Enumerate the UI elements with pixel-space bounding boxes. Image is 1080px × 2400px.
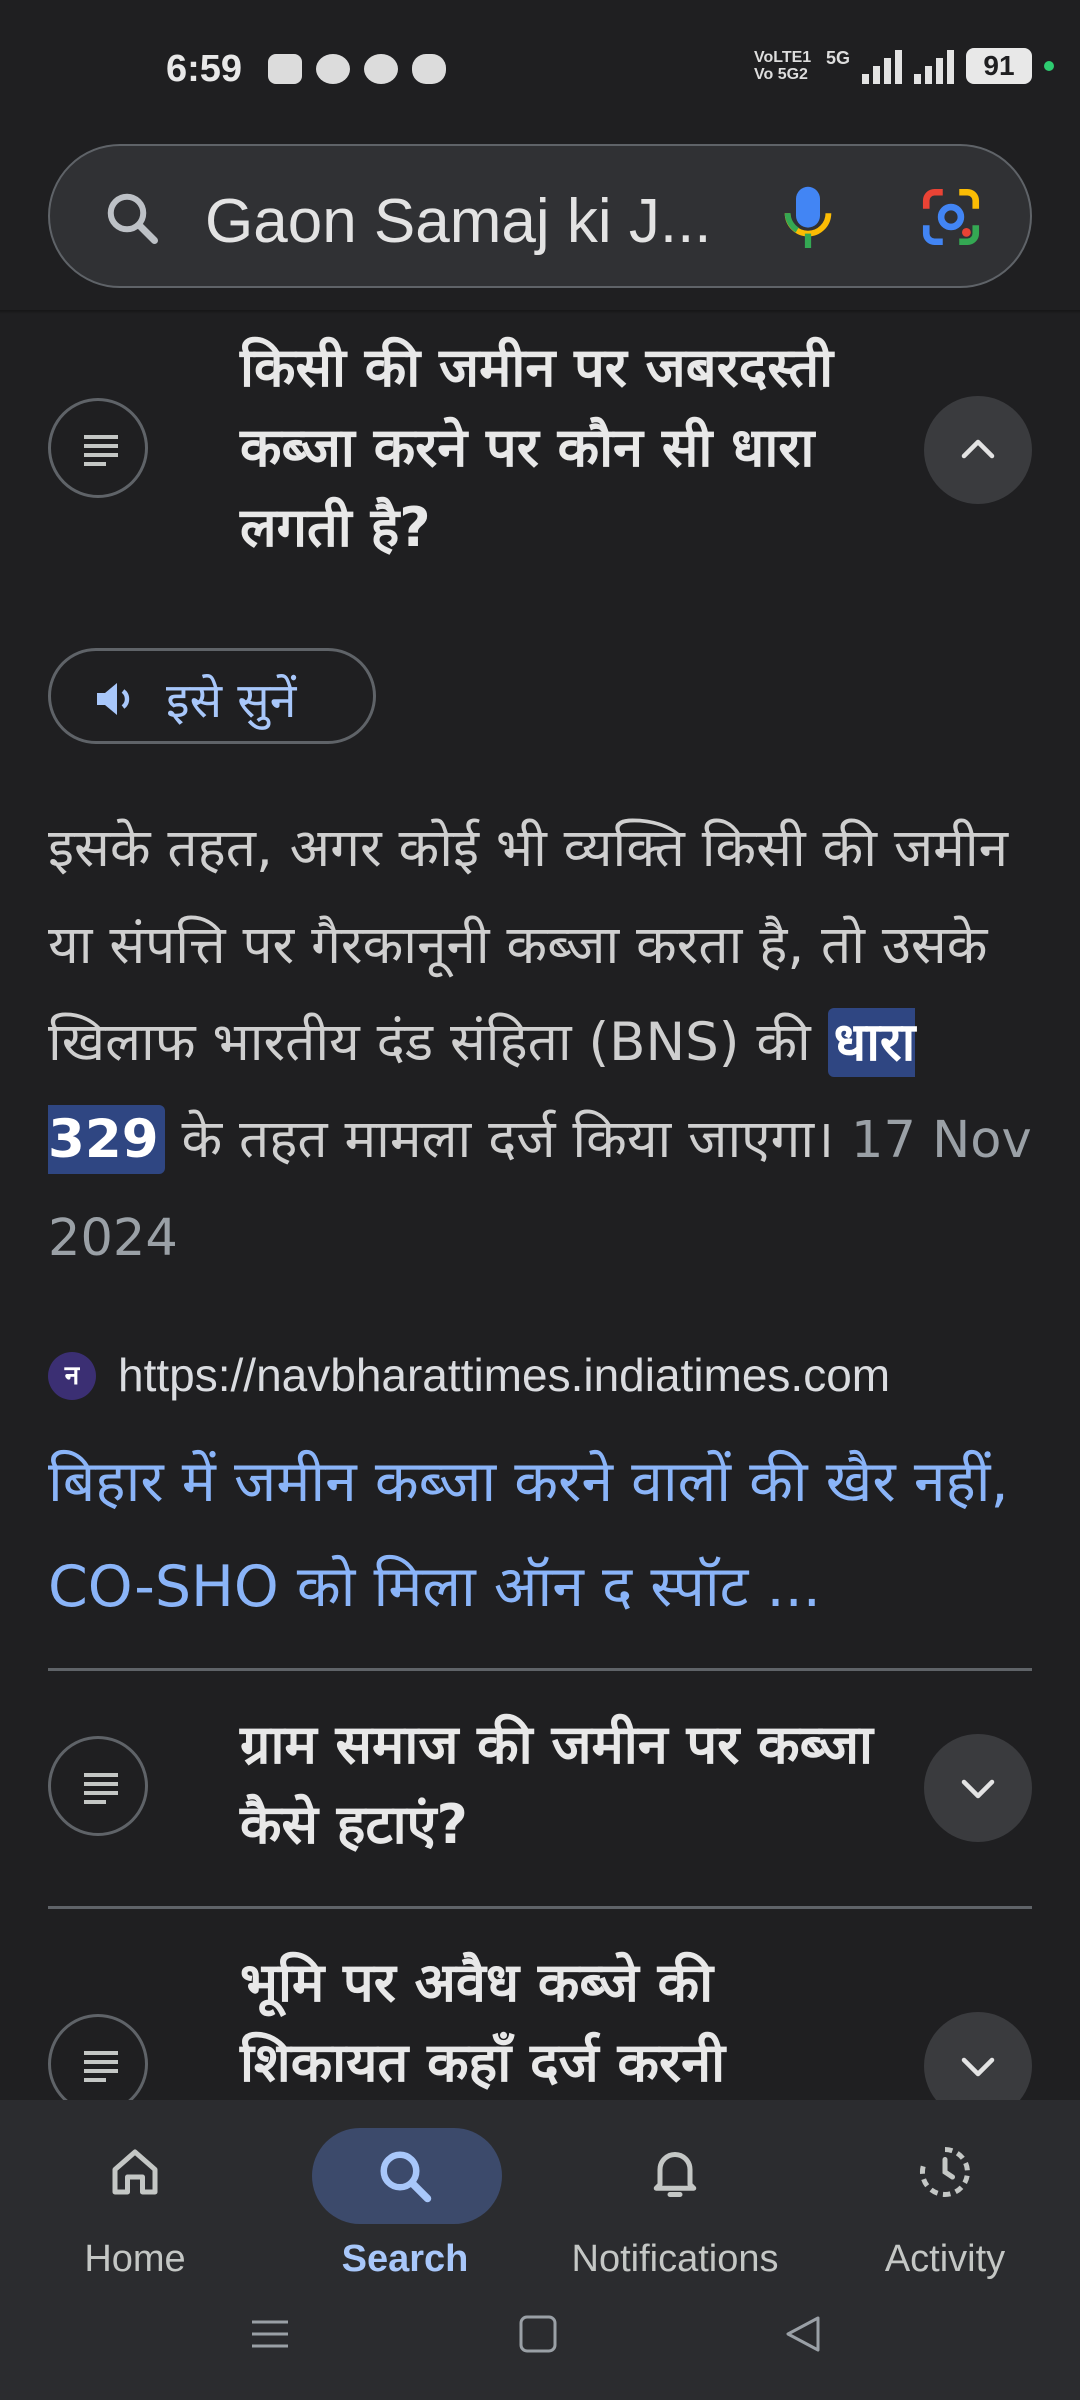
bell-icon <box>653 2152 697 2197</box>
screen: 6:59 VoLTE1 Vo 5G2 5G 91 Gaon Samaj ki J… <box>0 0 1080 2400</box>
back-icon[interactable] <box>782 2314 822 2354</box>
youtube-icon <box>268 54 302 84</box>
search-icon[interactable] <box>102 188 162 248</box>
divider <box>48 1668 1032 1671</box>
system-navigation <box>0 2290 1080 2400</box>
source-url[interactable]: https://navbharattimes.indiatimes.com <box>118 1348 890 1402</box>
snippet-icon <box>48 398 148 498</box>
cloud-icon <box>412 54 446 84</box>
source-favicon: न <box>48 1352 96 1400</box>
question-2[interactable]: ग्राम समाज की जमीन पर कब्जा कैसे हटाएं? <box>240 1705 880 1865</box>
nav-notifications[interactable]: Notifications <box>540 2116 810 2316</box>
chevron-down-icon <box>961 2057 995 2077</box>
speaker-icon <box>97 683 130 715</box>
app-icon <box>316 54 350 84</box>
expand-button[interactable] <box>924 1734 1032 1842</box>
nav-activity-label: Activity <box>884 2238 1006 2280</box>
listen-label: इसे सुनें <box>166 673 297 729</box>
home-icon <box>112 2149 158 2195</box>
status-bar: 6:59 VoLTE1 Vo 5G2 5G 91 <box>0 0 1080 140</box>
nav-notifications-label: Notifications <box>571 2238 779 2280</box>
answer-text: इसके तहत, अगर कोई भी व्यक्ति किसी की जमी… <box>48 800 1038 1287</box>
nav-search-label: Search <box>341 2238 469 2280</box>
nav-activity[interactable]: Activity <box>810 2116 1080 2316</box>
microphone-icon[interactable] <box>778 182 838 254</box>
question-1[interactable]: किसी की जमीन पर जबरदस्ती कब्जा करने पर क… <box>240 328 880 568</box>
status-right: VoLTE1 Vo 5G2 5G 91 <box>754 48 1054 84</box>
collapse-button[interactable] <box>924 396 1032 504</box>
recent-apps-icon[interactable] <box>250 2314 290 2354</box>
snippet-icon <box>48 1736 148 1836</box>
battery-icon: 91 <box>966 48 1032 84</box>
question-3[interactable]: भूमि पर अवैध कब्जे की शिकायत कहाँ दर्ज क… <box>240 1943 880 2103</box>
privacy-dot <box>1044 61 1054 71</box>
nav-home[interactable]: Home <box>0 2116 270 2316</box>
signal-1-icon <box>862 48 902 84</box>
search-icon <box>380 2151 432 2203</box>
chevron-down-icon <box>961 1779 995 1799</box>
source-title-link[interactable]: बिहार में जमीन कब्जा करने वालों की खैर न… <box>48 1430 1048 1640</box>
snippet-icon <box>48 2014 148 2114</box>
status-time: 6:59 <box>166 48 243 90</box>
activity-icon <box>919 2147 970 2197</box>
chrome-icon <box>364 54 398 84</box>
listen-button[interactable]: इसे सुनें <box>48 648 376 744</box>
notification-icons <box>268 54 446 84</box>
divider <box>48 1906 1032 1909</box>
signal-2-icon <box>914 48 954 84</box>
nav-search[interactable]: Search <box>270 2116 540 2316</box>
chevron-up-icon <box>961 439 995 459</box>
google-lens-icon[interactable] <box>918 184 984 250</box>
network-type: 5G <box>825 48 850 68</box>
nav-home-label: Home <box>84 2238 186 2280</box>
search-query[interactable]: Gaon Samaj ki J... <box>205 186 712 257</box>
search-bar[interactable]: Gaon Samaj ki J... <box>48 144 1032 288</box>
answer-text-after: के तहत मामला दर्ज किया जाएगा। <box>164 1109 851 1170</box>
home-system-icon[interactable] <box>518 2314 558 2354</box>
header-shadow <box>0 310 1080 314</box>
volte-label: VoLTE1 Vo 5G2 <box>753 49 812 83</box>
